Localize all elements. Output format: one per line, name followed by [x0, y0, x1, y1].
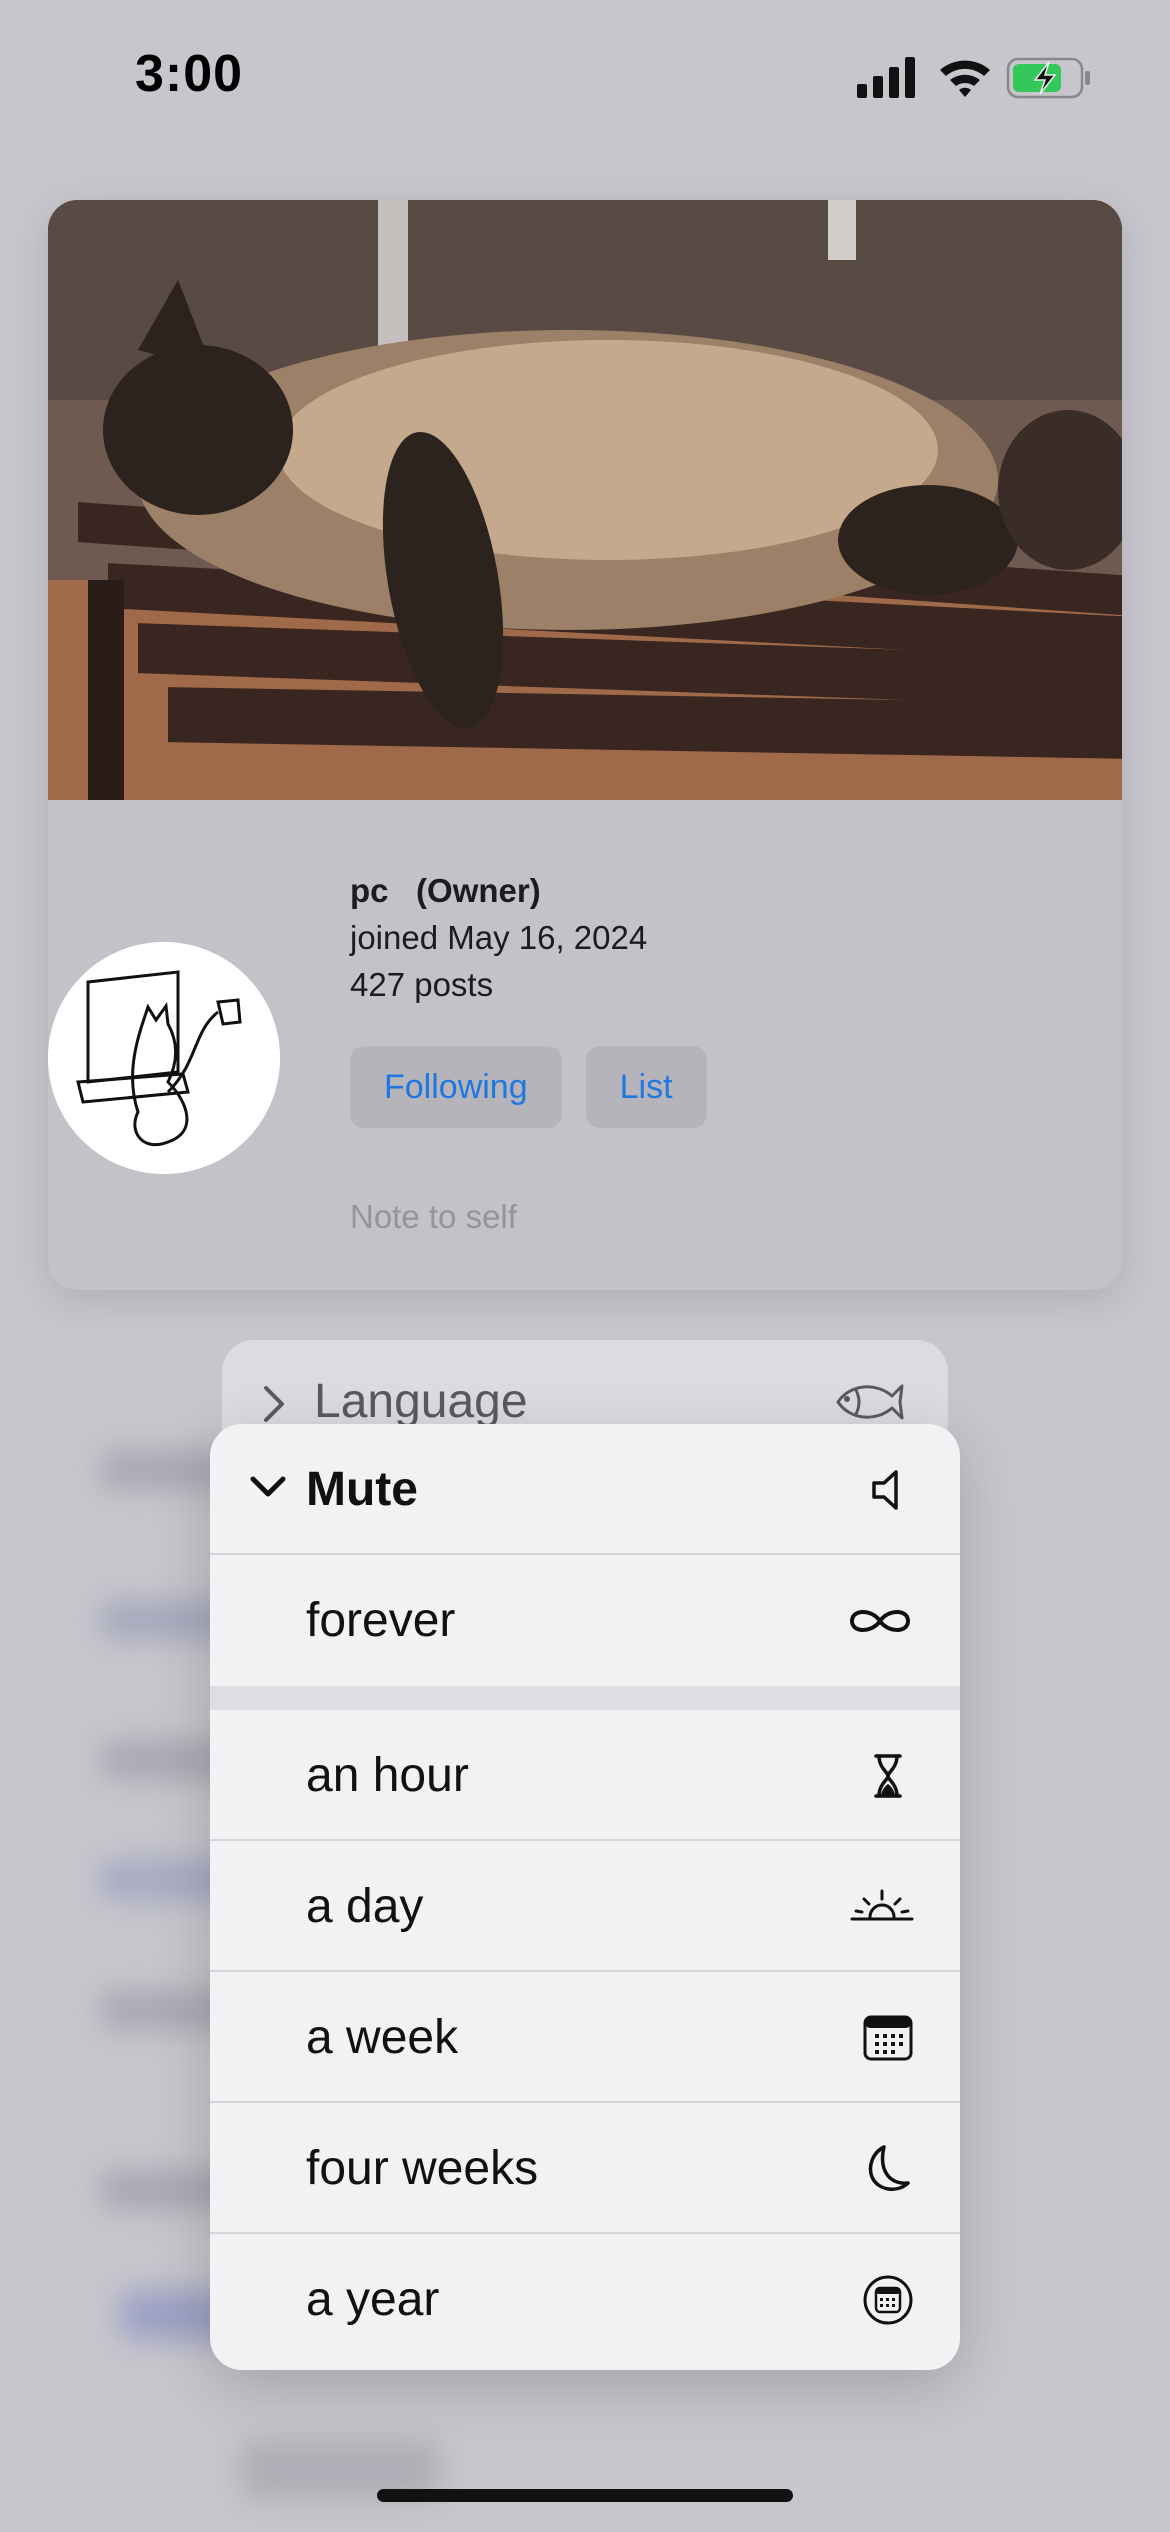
battery-icon	[1006, 57, 1090, 99]
speaker-icon	[872, 1470, 898, 1510]
list-button[interactable]: List	[585, 1046, 707, 1128]
mute-menu: Mute forever an hour a day a week four w…	[210, 1424, 960, 2370]
fish-icon	[836, 1384, 904, 1420]
mute-option-hour[interactable]: an hour	[210, 1710, 960, 1841]
following-button[interactable]: Following	[350, 1046, 562, 1128]
chevron-right-icon	[264, 1386, 284, 1422]
mute-option-label: a year	[306, 2273, 440, 2326]
profile-role: (Owner)	[416, 872, 541, 909]
chevron-down-icon	[250, 1476, 286, 1497]
avatar[interactable]	[48, 942, 280, 1174]
menu-group-separator	[210, 1686, 960, 1710]
profile-post-count: 427 posts	[350, 966, 494, 1003]
status-icons-svg	[857, 57, 1090, 99]
status-icons	[857, 54, 1092, 102]
mute-option-day[interactable]: a day	[210, 1841, 960, 1972]
profile-card: pc (Owner) joined May 16, 2024 427 posts…	[48, 200, 1122, 1290]
infinity-icon	[849, 1610, 911, 1632]
calendar-circle-icon	[863, 2275, 913, 2325]
profile-action-buttons: Following List	[350, 1046, 707, 1128]
mute-option-label: a week	[306, 2011, 459, 2064]
profile-info: pc (Owner) joined May 16, 2024 427 posts	[350, 868, 1050, 1008]
mute-option-week[interactable]: a week	[210, 1972, 960, 2103]
mute-option-label: forever	[306, 1594, 456, 1647]
status-bar: 3:00	[0, 0, 1170, 150]
profile-name-line: pc (Owner)	[350, 868, 1050, 914]
status-time: 3:00	[135, 45, 244, 103]
mute-header[interactable]: Mute	[210, 1424, 960, 1555]
profile-joined: joined May 16, 2024	[350, 919, 648, 956]
mute-title: Mute	[306, 1463, 418, 1516]
mute-option-four-weeks[interactable]: four weeks	[210, 2103, 960, 2234]
profile-name: pc	[350, 872, 389, 909]
moon-icon	[868, 2145, 910, 2191]
mute-option-label: an hour	[306, 1749, 469, 1802]
mute-option-label: four weeks	[306, 2142, 539, 2195]
wifi-icon	[940, 60, 990, 97]
mute-option-year[interactable]: a year	[210, 2234, 960, 2365]
hourglass-icon	[874, 1754, 902, 1798]
home-indicator[interactable]	[377, 2489, 793, 2502]
note-to-self-field[interactable]: Note to self	[350, 1198, 517, 1236]
sunrise-icon	[850, 1889, 914, 1921]
mute-option-forever[interactable]: forever	[210, 1555, 960, 1686]
mute-option-label: a day	[306, 1880, 424, 1933]
signal-icon	[857, 57, 915, 98]
calendar-icon	[863, 2015, 913, 2061]
profile-banner-image	[48, 200, 1122, 800]
language-label: Language	[314, 1375, 528, 1428]
